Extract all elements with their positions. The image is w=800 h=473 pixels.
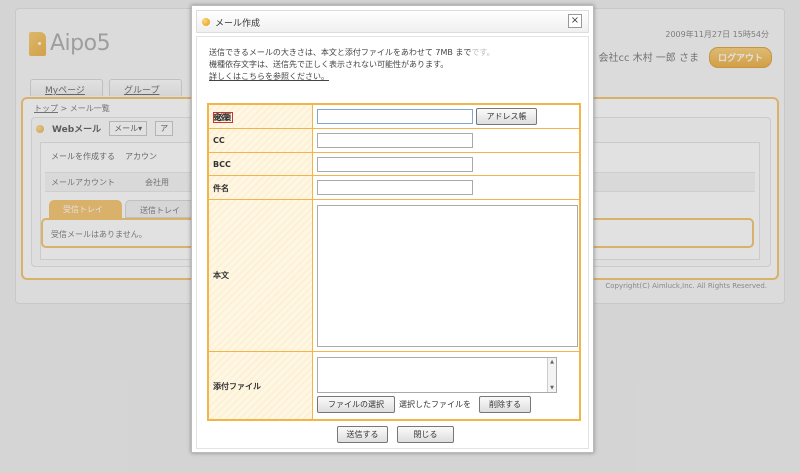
close-icon[interactable]: ×: [568, 14, 582, 28]
body-label: 本文: [213, 271, 229, 280]
cc-row: CC: [209, 129, 579, 153]
attachment-label: 添付ファイル: [213, 382, 261, 391]
delete-file-button[interactable]: 削除する: [479, 396, 531, 413]
to-row: 宛先 必須 アドレス帳: [209, 105, 579, 129]
subject-label: 件名: [213, 184, 229, 193]
cc-input[interactable]: [317, 133, 473, 148]
scrollbar[interactable]: ▲ ▼: [547, 358, 556, 392]
dialog-content: 送信できるメールの大きさは、本文と添付ファイルをあわせて 7MB までです。 機…: [196, 36, 589, 449]
dialog-title-bar: メール作成 ×: [196, 10, 589, 33]
cc-label: CC: [213, 136, 225, 145]
body-textarea[interactable]: [317, 205, 578, 347]
notice-text: 送信できるメールの大きさは、本文と添付ファイルをあわせて 7MB までです。 機…: [209, 48, 495, 81]
required-badge: 必須: [213, 112, 233, 123]
bcc-input[interactable]: [317, 157, 473, 172]
scroll-up-icon[interactable]: ▲: [548, 359, 556, 365]
close-button[interactable]: 閉じる: [397, 426, 454, 443]
compose-form: 宛先 必須 アドレス帳 CC BCC 件名 本文 添付ファイル ▲ ▼ ファイル…: [207, 103, 581, 421]
subject-input[interactable]: [317, 180, 473, 195]
choose-file-button[interactable]: ファイルの選択: [317, 396, 395, 413]
dialog-title: メール作成: [215, 19, 261, 29]
bcc-row: BCC: [209, 153, 579, 176]
bullet-icon: [202, 18, 210, 26]
compose-mail-dialog: メール作成 × 送信できるメールの大きさは、本文と添付ファイルをあわせて 7MB…: [191, 5, 594, 453]
scroll-down-icon[interactable]: ▼: [548, 385, 556, 391]
send-button[interactable]: 送信する: [337, 426, 388, 443]
attachment-list[interactable]: ▲ ▼: [317, 357, 557, 393]
selected-file-text: 選択したファイルを: [399, 400, 471, 409]
body-row: 本文: [209, 200, 579, 352]
bcc-label: BCC: [213, 160, 231, 169]
attachment-row: 添付ファイル ▲ ▼ ファイルの選択 選択したファイルを 削除する: [209, 352, 579, 419]
help-link[interactable]: 詳しくはこちらを参照ください。: [209, 72, 329, 81]
to-input[interactable]: [317, 109, 473, 124]
subject-row: 件名: [209, 176, 579, 200]
address-book-button[interactable]: アドレス帳: [476, 108, 537, 125]
